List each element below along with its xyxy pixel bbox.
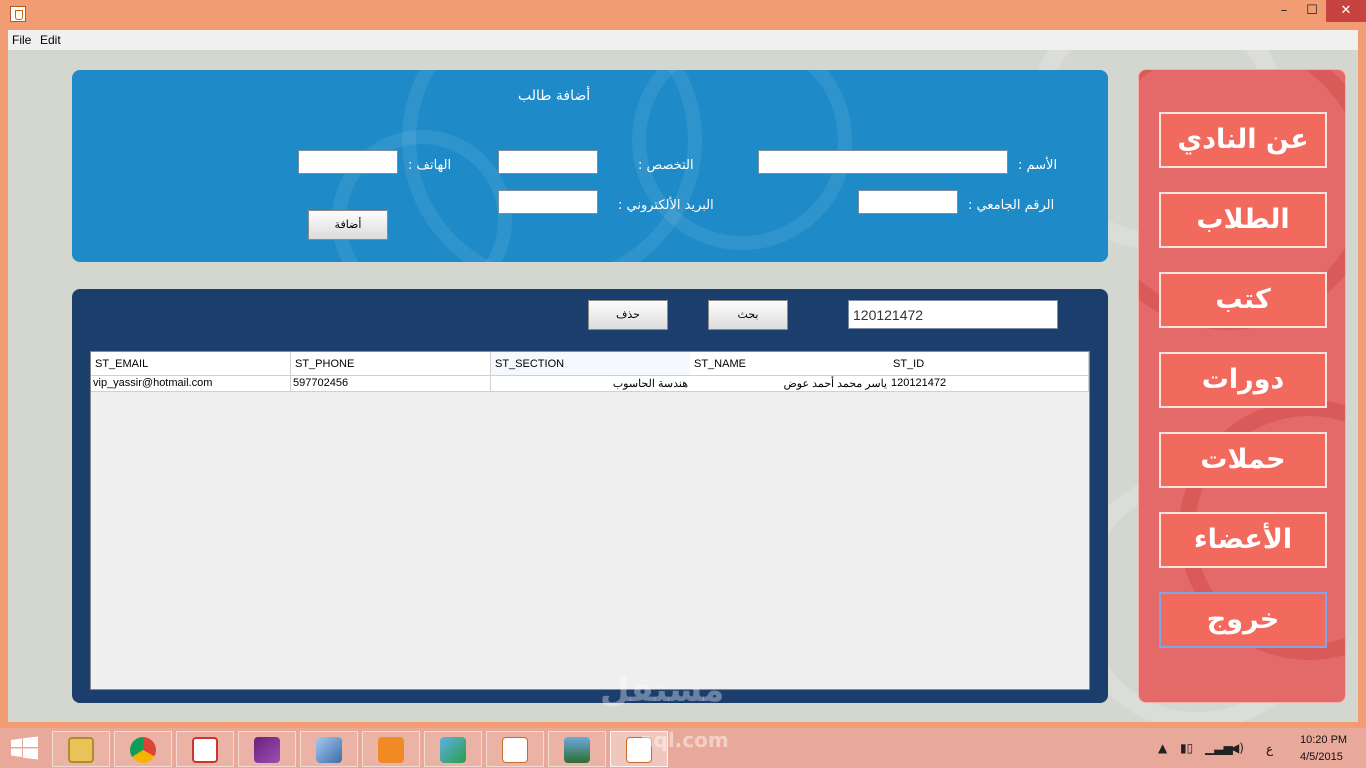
name-label: الأسم : <box>1018 158 1058 173</box>
media-player-icon <box>440 737 466 763</box>
email-field[interactable] <box>498 190 598 214</box>
column-header-st-section[interactable]: ST_SECTION <box>491 352 691 376</box>
name-field[interactable] <box>758 150 1008 174</box>
menu-file[interactable]: File <box>12 33 31 47</box>
photos-icon <box>564 737 590 763</box>
column-header-st-email[interactable]: ST_EMAIL <box>91 352 291 376</box>
side-button-books[interactable]: كتب <box>1159 272 1327 328</box>
side-button-students[interactable]: الطلاب <box>1159 192 1327 248</box>
student-id-field[interactable] <box>858 190 958 214</box>
folder-icon <box>68 737 94 763</box>
window-frame-left <box>0 50 8 724</box>
search-button[interactable]: بحث <box>708 300 788 330</box>
side-button-campaigns[interactable]: حملات <box>1159 432 1327 488</box>
clock-time[interactable]: 10:20 PM <box>1300 734 1347 746</box>
watermark-logo: مستقل <box>600 670 725 710</box>
network-icon[interactable]: ▮▯ <box>1180 741 1193 755</box>
watermark-url: aql.com <box>640 728 729 752</box>
side-button-exit[interactable]: خروج <box>1159 592 1327 648</box>
add-student-title: أضافة طالب <box>518 88 591 104</box>
java-app-icon[interactable] <box>10 6 26 22</box>
table-cell-phone[interactable]: 597702456 <box>291 376 491 392</box>
table-cell-section[interactable]: هندسة الحاسوب <box>491 376 691 392</box>
email-label: البريد الألكتروني : <box>618 198 714 213</box>
scissors-icon <box>192 737 218 763</box>
chrome-icon <box>130 737 156 763</box>
tray-overflow-icon[interactable]: ▲ <box>1158 741 1167 755</box>
table-cell-name[interactable]: ياسر محمد أحمد عوض <box>690 376 890 392</box>
side-button-courses[interactable]: دورات <box>1159 352 1327 408</box>
student-id-label: الرقم الجامعي : <box>968 198 1055 213</box>
maximize-button[interactable]: ☐ <box>1299 0 1325 22</box>
cube-icon <box>316 737 342 763</box>
close-button[interactable]: ✕ <box>1326 0 1366 22</box>
minimize-button[interactable]: – <box>1270 0 1298 22</box>
input-language[interactable]: ع <box>1266 742 1273 756</box>
window-frame-right <box>1358 50 1366 724</box>
clock-date[interactable]: 4/5/2015 <box>1300 751 1343 763</box>
volume-icon[interactable]: ◀) <box>1230 741 1244 755</box>
table-cell-id[interactable]: 120121472 <box>889 376 1089 392</box>
side-button-about-club[interactable]: عن النادي <box>1159 112 1327 168</box>
column-header-st-phone[interactable]: ST_PHONE <box>291 352 491 376</box>
windows-start-icon[interactable] <box>10 736 40 760</box>
section-field[interactable] <box>498 150 598 174</box>
java-icon <box>502 737 528 763</box>
table-cell-email[interactable]: vip_yassir@hotmail.com <box>91 376 291 392</box>
menu-bar: File Edit <box>0 30 1366 50</box>
side-button-members[interactable]: الأعضاء <box>1159 512 1327 568</box>
pdf-icon <box>378 737 404 763</box>
add-button[interactable]: أضافة <box>308 210 388 240</box>
column-header-st-name[interactable]: ST_NAME <box>690 352 890 376</box>
phone-label: الهاتف : <box>408 158 452 173</box>
window-titlebar: – ☐ ✕ <box>0 0 1366 30</box>
section-label: التخصص : <box>638 158 694 173</box>
column-header-st-id[interactable]: ST_ID <box>889 352 1089 376</box>
search-input[interactable] <box>848 300 1058 329</box>
signal-icon[interactable]: ▁▃▅ <box>1205 741 1233 755</box>
phone-field[interactable] <box>298 150 398 174</box>
students-table[interactable]: ST_EMAIL ST_PHONE ST_SECTION ST_NAME ST_… <box>90 351 1090 690</box>
visual-studio-icon <box>254 737 280 763</box>
delete-button[interactable]: حذف <box>588 300 668 330</box>
menu-edit[interactable]: Edit <box>40 33 61 47</box>
